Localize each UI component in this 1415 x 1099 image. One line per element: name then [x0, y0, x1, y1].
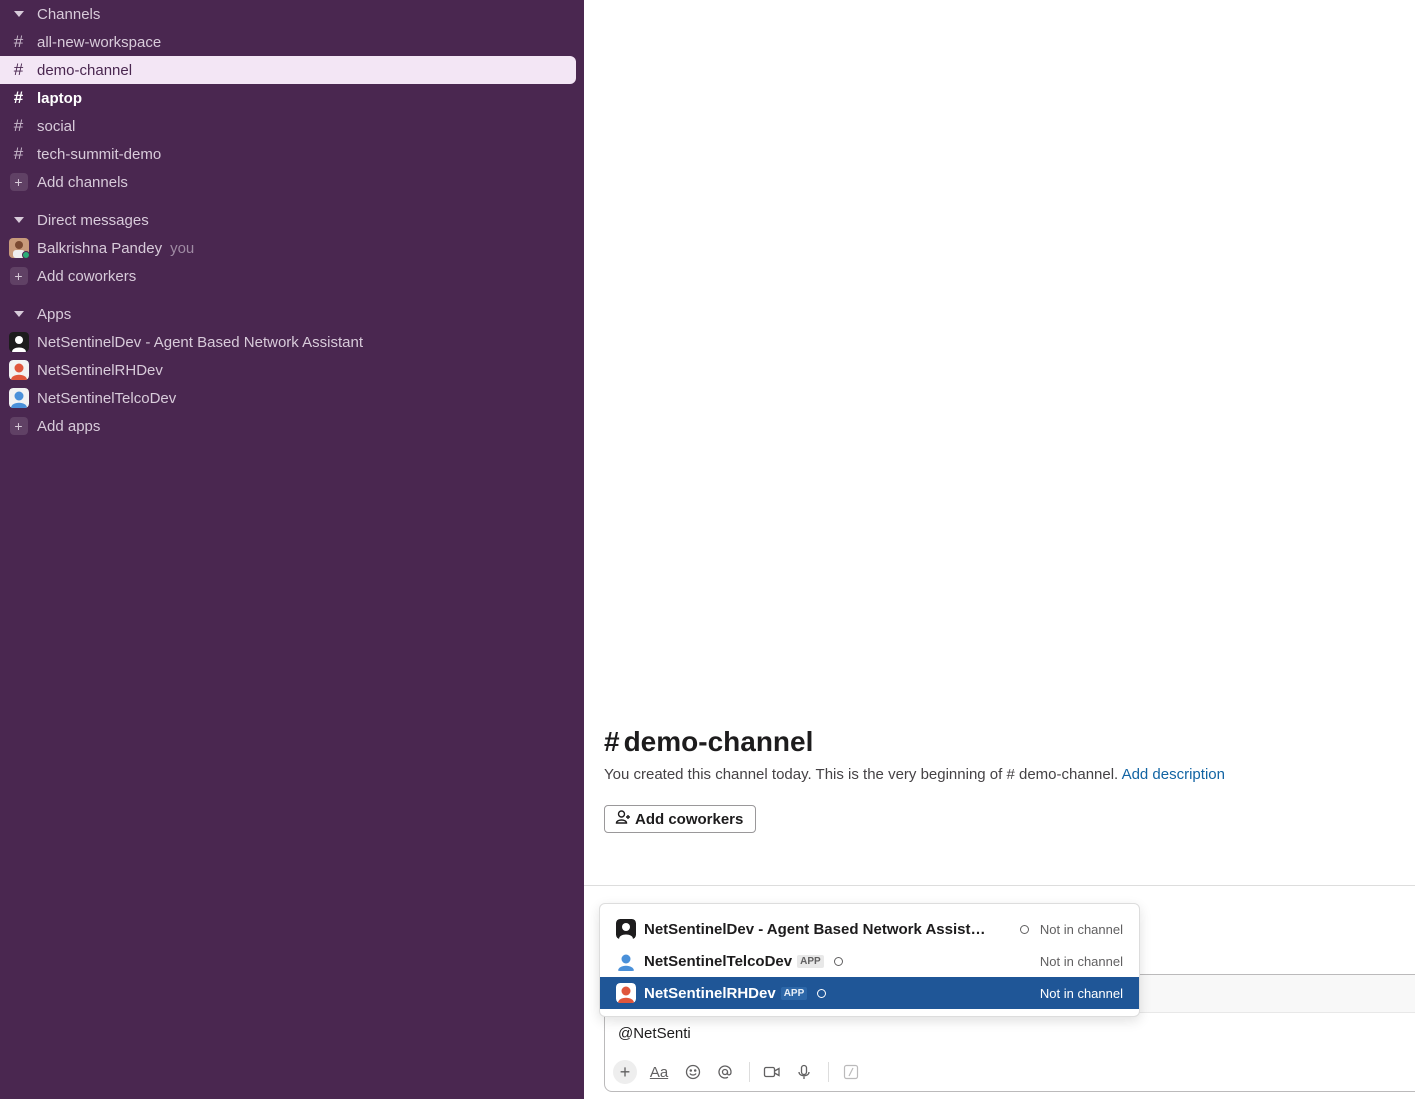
hash-icon: #: [13, 60, 24, 79]
apps-header-label: Apps: [37, 305, 72, 323]
sidebar-item-all-new-workspace[interactable]: # all-new-workspace: [0, 28, 576, 56]
user-avatar: [8, 238, 30, 259]
autocomplete-item-status: Not in channel: [1039, 985, 1123, 1001]
channel-label: social: [37, 117, 76, 135]
add-coworkers-sidebar-button[interactable]: + Add coworkers: [0, 262, 576, 290]
message-input[interactable]: @NetSenti: [618, 1025, 691, 1042]
app-avatar-icon: [616, 983, 636, 1003]
sidebar-item-app-netsentineltelcodev[interactable]: NetSentinelTelcoDev: [0, 384, 576, 412]
app-avatar-icon: [8, 388, 29, 408]
autocomplete-item-name: NetSentinelTelcoDev: [644, 952, 793, 970]
add-apps-label: Add apps: [37, 417, 101, 435]
channel-intro: You created this channel today. This is …: [604, 766, 1225, 783]
hash-icon: #: [13, 88, 24, 107]
apps-section-header[interactable]: Apps: [0, 300, 576, 328]
mention-autocomplete: NetSentinelDev - Agent Based Network Ass…: [599, 903, 1140, 1017]
add-channels-button[interactable]: + Add channels: [0, 168, 576, 196]
app-badge: APP: [797, 954, 824, 968]
app-avatar-icon: [616, 919, 636, 939]
microphone-icon[interactable]: [792, 1060, 816, 1084]
sidebar-item-dm-balkrishna[interactable]: Balkrishna Pandey you: [0, 234, 576, 262]
composer-toolbar: + Aa: [613, 1059, 871, 1085]
video-icon[interactable]: [760, 1060, 784, 1084]
sidebar: Channels # all-new-workspace # demo-chan…: [0, 0, 584, 1099]
you-label: you: [170, 239, 195, 257]
app-label: NetSentinelRHDev: [37, 361, 163, 379]
hash-icon: #: [604, 726, 620, 757]
channels-section-header[interactable]: Channels: [0, 0, 576, 28]
add-coworkers-button[interactable]: Add coworkers: [604, 805, 757, 833]
emoji-icon[interactable]: [681, 1060, 705, 1084]
hash-icon: #: [13, 116, 24, 135]
sidebar-item-demo-channel[interactable]: # demo-channel: [0, 56, 576, 84]
add-coworkers-button-label: Add coworkers: [635, 810, 744, 828]
caret-down-icon: [0, 11, 37, 17]
presence-away-icon: [1020, 924, 1029, 934]
app-avatar-icon: [616, 951, 636, 971]
mention-icon[interactable]: [713, 1060, 737, 1084]
intro-text: You created this channel today. This is …: [604, 766, 1119, 783]
add-channels-label: Add channels: [37, 173, 128, 191]
add-person-icon: [615, 809, 631, 829]
channel-label: all-new-workspace: [37, 33, 162, 51]
divider: [584, 885, 1415, 886]
sidebar-item-social[interactable]: # social: [0, 112, 576, 140]
autocomplete-item-status: Not in channel: [1039, 921, 1123, 937]
autocomplete-item[interactable]: NetSentinelDev - Agent Based Network Ass…: [600, 913, 1139, 945]
plus-icon: +: [0, 267, 37, 285]
slash-command-icon[interactable]: [839, 1060, 863, 1084]
app-avatar-icon: [8, 360, 29, 380]
plus-icon[interactable]: +: [613, 1060, 637, 1084]
autocomplete-item-selected[interactable]: NetSentinelRHDev APP Not in channel: [600, 977, 1139, 1009]
channel-name: demo-channel: [623, 726, 814, 757]
autocomplete-item-status: Not in channel: [1039, 953, 1123, 969]
hash-icon: #: [13, 144, 24, 163]
presence-away-icon: [833, 956, 843, 966]
channels-header-label: Channels: [37, 5, 101, 23]
sidebar-item-app-netsentinelrhdev[interactable]: NetSentinelRHDev: [0, 356, 576, 384]
format-text-icon[interactable]: Aa: [645, 1060, 673, 1084]
dm-header-label: Direct messages: [37, 211, 149, 229]
add-coworkers-label: Add coworkers: [37, 267, 137, 285]
toolbar-separator: [749, 1062, 750, 1082]
plus-icon: +: [0, 173, 37, 191]
presence-away-icon: [817, 988, 827, 998]
autocomplete-item-name: NetSentinelRHDev: [644, 984, 776, 1002]
app-label: NetSentinelDev - Agent Based Network Ass…: [37, 333, 364, 351]
caret-down-icon: [0, 311, 37, 317]
autocomplete-item-name: NetSentinelDev - Agent Based Network Ass…: [644, 920, 989, 938]
app-label: NetSentinelTelcoDev: [37, 389, 177, 407]
plus-icon: +: [0, 417, 37, 435]
channel-label: laptop: [37, 89, 82, 107]
app-badge: APP: [780, 986, 808, 1000]
sidebar-item-app-netsentineldev[interactable]: NetSentinelDev - Agent Based Network Ass…: [0, 328, 576, 356]
online-status-icon: [21, 251, 30, 259]
dm-section-header[interactable]: Direct messages: [0, 206, 576, 234]
caret-down-icon: [0, 217, 37, 223]
app-avatar-icon: [8, 332, 29, 352]
sidebar-item-laptop[interactable]: # laptop: [0, 84, 576, 112]
channel-title: # demo-channel: [604, 726, 813, 758]
sidebar-item-tech-summit-demo[interactable]: # tech-summit-demo: [0, 140, 576, 168]
channel-label: tech-summit-demo: [37, 145, 162, 163]
hash-icon: #: [13, 32, 24, 51]
channel-label: demo-channel: [37, 61, 133, 79]
add-apps-button[interactable]: + Add apps: [0, 412, 576, 440]
autocomplete-item[interactable]: NetSentinelTelcoDev APP Not in channel: [600, 945, 1139, 977]
dm-user-label: Balkrishna Pandey: [37, 239, 163, 257]
add-description-link[interactable]: Add description: [1122, 766, 1225, 783]
toolbar-separator: [828, 1062, 829, 1082]
